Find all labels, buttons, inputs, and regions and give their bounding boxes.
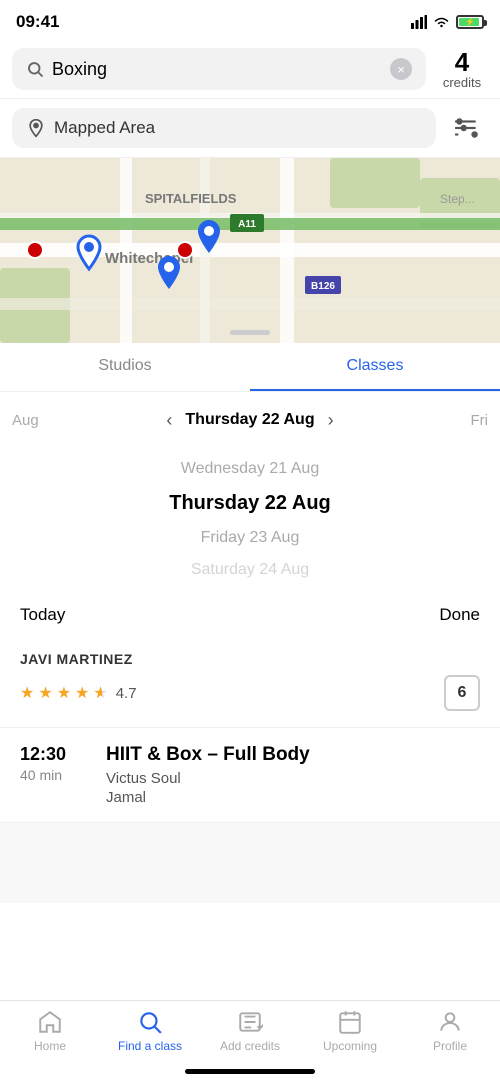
- classes-list: JAVI MARTINEZ ★ ★ ★ ★ ★★ 4.7 6 12:30 40 …: [0, 635, 500, 903]
- date-next-label: Fri: [471, 412, 489, 429]
- tab-classes[interactable]: Classes: [250, 343, 500, 391]
- star-2: ★: [38, 683, 52, 703]
- nav-home-label: Home: [34, 1039, 66, 1053]
- date-navigation: Aug ‹ Thursday 22 Aug › Fri: [0, 392, 500, 448]
- location-icon: [26, 118, 46, 138]
- date-item-0[interactable]: Wednesday 21 Aug: [181, 456, 319, 482]
- rating-value: 4.7: [116, 685, 137, 702]
- class-card-1[interactable]: 12:30 40 min HIIT & Box – Full Body Vict…: [0, 728, 500, 823]
- add-credits-icon: [237, 1009, 263, 1035]
- profile-icon: [437, 1009, 463, 1035]
- credits-number: 4: [455, 49, 469, 75]
- svg-text:B126: B126: [311, 281, 335, 292]
- today-done-row: Today Done: [0, 595, 500, 635]
- battery-icon: ⚡: [456, 15, 484, 29]
- map-container[interactable]: A11 B126 SPITALFIELDS Whitechapel Step..…: [0, 158, 500, 343]
- upcoming-icon: [337, 1009, 363, 1035]
- done-button[interactable]: Done: [439, 605, 480, 625]
- instructor-row: JAVI MARTINEZ: [20, 651, 480, 667]
- status-icons: ⚡: [411, 15, 484, 29]
- nav-upcoming-label: Upcoming: [323, 1039, 377, 1053]
- star-3: ★: [57, 683, 71, 703]
- location-row: Mapped Area: [0, 99, 500, 158]
- nav-profile-label: Profile: [433, 1039, 467, 1053]
- status-bar: 09:41 ⚡: [0, 0, 500, 40]
- home-indicator: [185, 1069, 315, 1074]
- spots-badge: 6: [444, 675, 480, 711]
- find-class-icon: [137, 1009, 163, 1035]
- nav-add-credits[interactable]: Add credits: [200, 1009, 300, 1053]
- today-label[interactable]: Today: [20, 605, 65, 625]
- class-duration: 40 min: [20, 767, 90, 783]
- date-item-1[interactable]: Thursday 22 Aug: [169, 488, 331, 519]
- class-instructor-name: Jamal: [106, 789, 480, 806]
- location-input[interactable]: Mapped Area: [12, 108, 436, 148]
- bottom-nav: Home Find a class Add credits Upcoming P…: [0, 1000, 500, 1080]
- filter-button[interactable]: [446, 107, 488, 149]
- tabs-row: Studios Classes: [0, 343, 500, 392]
- nav-find-label: Find a class: [118, 1039, 182, 1053]
- date-next-arrow[interactable]: ›: [315, 404, 347, 436]
- filter-icon: [454, 115, 480, 141]
- class-time-col: 12:30 40 min: [20, 744, 90, 783]
- search-input-value: Boxing: [52, 59, 382, 80]
- clear-search-button[interactable]: ×: [390, 58, 412, 80]
- credits-display: 4 credits: [436, 49, 488, 90]
- svg-text:A11: A11: [238, 219, 256, 230]
- nav-add-credits-label: Add credits: [220, 1039, 280, 1053]
- star-1: ★: [20, 683, 34, 703]
- location-value: Mapped Area: [54, 118, 155, 138]
- drag-handle[interactable]: [230, 330, 270, 335]
- search-header: Boxing × 4 credits: [0, 40, 500, 99]
- search-box[interactable]: Boxing ×: [12, 48, 426, 90]
- class-title: HIIT & Box – Full Body: [106, 744, 480, 766]
- status-time: 09:41: [16, 12, 59, 32]
- date-scroll[interactable]: Wednesday 21 Aug Thursday 22 Aug Friday …: [0, 448, 500, 595]
- signal-icon: [411, 15, 427, 29]
- nav-home[interactable]: Home: [0, 1009, 100, 1053]
- date-prev-arrow[interactable]: ‹: [153, 404, 185, 436]
- stars-row: ★ ★ ★ ★ ★★ 4.7: [20, 683, 137, 703]
- credits-label: credits: [443, 75, 481, 90]
- nav-upcoming[interactable]: Upcoming: [300, 1009, 400, 1053]
- svg-text:Step...: Step...: [440, 192, 475, 206]
- tab-studios[interactable]: Studios: [0, 343, 250, 391]
- map-svg: A11 B126 SPITALFIELDS Whitechapel Step..…: [0, 158, 500, 343]
- svg-text:SPITALFIELDS: SPITALFIELDS: [145, 191, 237, 206]
- class-main-row: 12:30 40 min HIIT & Box – Full Body Vict…: [20, 744, 480, 806]
- date-prev-label: Aug: [12, 412, 39, 429]
- nav-profile[interactable]: Profile: [400, 1009, 500, 1053]
- wifi-icon: [433, 15, 450, 29]
- home-icon: [37, 1009, 63, 1035]
- search-icon: [26, 60, 44, 78]
- instructor-name: JAVI MARTINEZ: [20, 651, 133, 667]
- star-4: ★: [75, 683, 89, 703]
- class-card-0[interactable]: JAVI MARTINEZ ★ ★ ★ ★ ★★ 4.7 6: [0, 635, 500, 728]
- date-item-3[interactable]: Saturday 24 Aug: [191, 557, 309, 583]
- date-current: Thursday 22 Aug: [185, 411, 314, 429]
- class-info-col: HIIT & Box – Full Body Victus Soul Jamal: [106, 744, 480, 806]
- nav-find-class[interactable]: Find a class: [100, 1009, 200, 1053]
- class-studio: Victus Soul: [106, 770, 480, 787]
- date-item-2[interactable]: Friday 23 Aug: [201, 525, 300, 551]
- class-time: 12:30: [20, 744, 90, 765]
- star-5: ★★: [93, 683, 107, 703]
